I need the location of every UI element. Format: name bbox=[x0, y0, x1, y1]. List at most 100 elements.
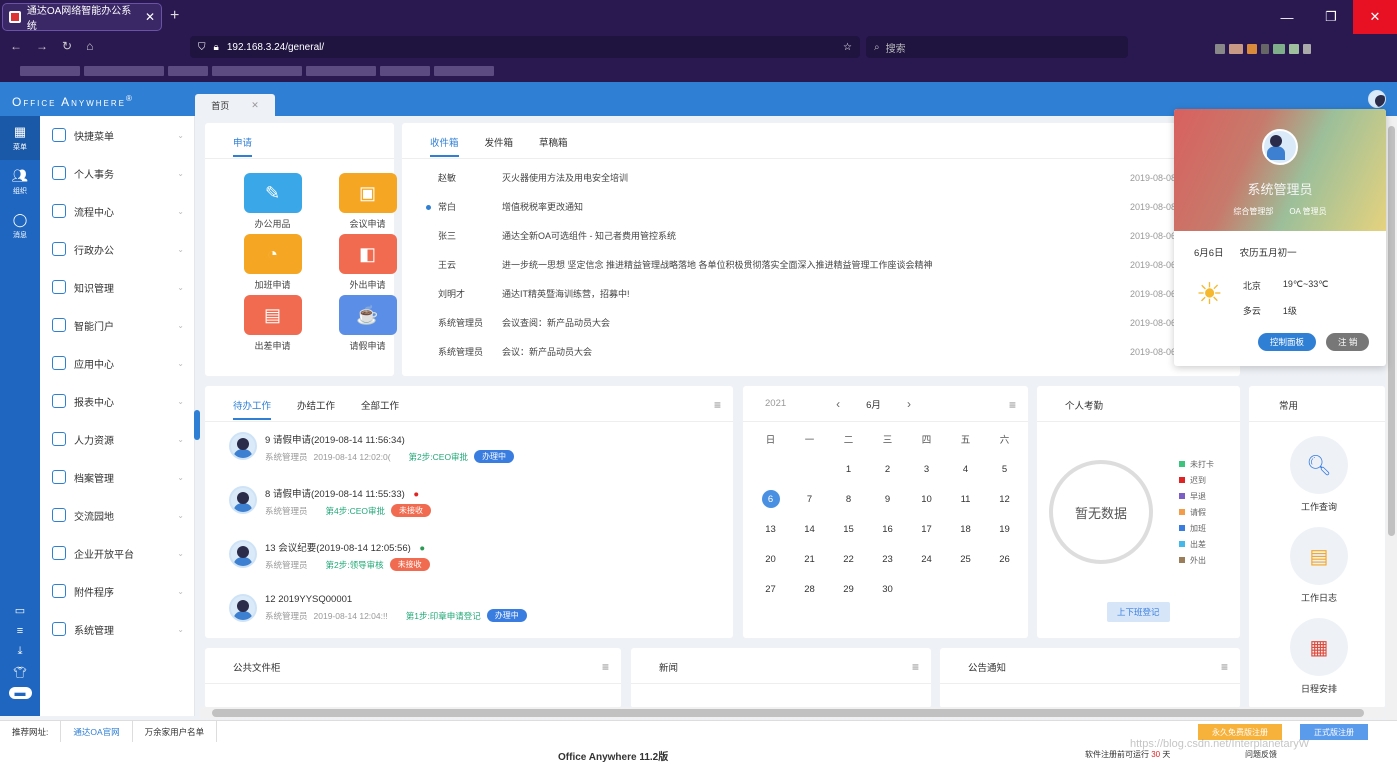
sidebar-item[interactable]: 知识管理 ⌄ bbox=[40, 268, 194, 306]
sidebar-item[interactable]: 报表中心 ⌄ bbox=[40, 382, 194, 420]
shirt-icon[interactable]: 👕︎ bbox=[13, 666, 27, 679]
control-panel-button[interactable]: 控制面板 bbox=[1258, 333, 1317, 351]
work-item[interactable]: 8 请假申请(2019-08-14 11:55:33) ● 系统管理员 第4步:CE… bbox=[205, 476, 733, 530]
next-month-icon[interactable]: › bbox=[907, 397, 911, 411]
tab-todo[interactable]: 待办工作 bbox=[233, 398, 272, 420]
calendar-day[interactable]: 2 bbox=[868, 454, 907, 484]
apply-app-item[interactable]: ◔ 加班申请 bbox=[225, 234, 320, 291]
calendar-day[interactable]: 8 bbox=[829, 484, 868, 514]
calendar-day[interactable]: 12 bbox=[985, 484, 1024, 514]
link-official-site[interactable]: 通达OA官网 bbox=[61, 720, 133, 743]
mail-row[interactable]: 张三 通达全新OA可选组件 - 知己者费用管控系统 2019-08-06 15:33 bbox=[402, 221, 1240, 250]
mail-row[interactable]: 系统管理员 会议：新产品动员大会 2019-08-06 10:11 bbox=[402, 337, 1240, 366]
toolbar-extensions[interactable] bbox=[1215, 41, 1315, 55]
browser-search-input[interactable]: ⌕ 搜索 bbox=[866, 36, 1128, 58]
scrollbar-thumb[interactable] bbox=[212, 709, 1364, 717]
sidebar-item[interactable]: 档案管理 ⌄ bbox=[40, 458, 194, 496]
sidebar-item[interactable]: 智能门户 ⌄ bbox=[40, 306, 194, 344]
apply-app-item[interactable]: ✎ 办公用品 bbox=[225, 173, 320, 230]
monitor-icon[interactable]: ▭ bbox=[15, 604, 25, 617]
close-tab-icon[interactable]: ✕ bbox=[251, 100, 259, 111]
mail-row[interactable]: 赵敏 灭火器使用方法及用电安全培训 2019-08-08 14:44 bbox=[402, 163, 1240, 192]
calendar-day[interactable]: 1 bbox=[829, 454, 868, 484]
work-item[interactable]: 12 2019YYSQ00001 系统管理员 2019-08-14 12:04:!!… bbox=[205, 584, 733, 638]
reload-icon[interactable]: ↻ bbox=[62, 39, 72, 53]
rail-item-org[interactable]: 👥︎ 组织 bbox=[0, 160, 40, 204]
sidebar-item[interactable]: 系统管理 ⌄ bbox=[40, 610, 194, 648]
work-item[interactable]: 13 会议纪要(2019-08-14 12:05:56) ● 系统管理员 第2步:领… bbox=[205, 530, 733, 584]
tab-done[interactable]: 办结工作 bbox=[297, 398, 335, 421]
mail-row[interactable]: 刘明才 通达IT精英暨海训练营，招募中! 2019-08-06 15:29 bbox=[402, 279, 1240, 308]
calendar-day[interactable]: 16 bbox=[868, 514, 907, 544]
rail-item-message[interactable]: ◯ 消息 bbox=[0, 204, 40, 248]
browser-tab[interactable]: 通达OA网络智能办公系统 ✕ bbox=[2, 3, 162, 32]
forward-icon[interactable]: → bbox=[36, 39, 48, 53]
calendar-day[interactable]: 13 bbox=[751, 514, 790, 544]
prev-month-icon[interactable]: ‹ bbox=[836, 397, 840, 411]
calendar-day[interactable]: 27 bbox=[751, 574, 790, 604]
calendar-day[interactable]: 23 bbox=[868, 544, 907, 574]
more-menu-icon[interactable]: ≡ bbox=[714, 398, 721, 412]
calendar-day[interactable]: 4 bbox=[946, 454, 985, 484]
calendar-day[interactable]: 17 bbox=[907, 514, 946, 544]
close-tab-icon[interactable]: ✕ bbox=[145, 10, 155, 24]
tab-home[interactable]: 首页 ✕ bbox=[195, 94, 275, 116]
calendar-day[interactable]: 30 bbox=[868, 574, 907, 604]
mail-row[interactable]: 系统管理员 会议查阅：新产品动员大会 2019-08-06 10:11 bbox=[402, 308, 1240, 337]
calendar-day[interactable]: 7 bbox=[790, 484, 829, 514]
apply-app-item[interactable]: ☕ 请假申请 bbox=[320, 295, 415, 352]
new-tab-icon[interactable]: + bbox=[170, 7, 179, 25]
sidebar-item[interactable]: 人力资源 ⌄ bbox=[40, 420, 194, 458]
vertical-scrollbar[interactable] bbox=[1386, 116, 1397, 720]
calendar-day[interactable]: 28 bbox=[790, 574, 829, 604]
sidebar-collapse-handle[interactable] bbox=[194, 410, 200, 440]
common-item[interactable]: 🔍︎ 工作查询 bbox=[1253, 436, 1385, 513]
calendar-day[interactable]: 11 bbox=[946, 484, 985, 514]
apply-app-item[interactable]: ▤ 出差申请 bbox=[225, 295, 320, 352]
calendar-day[interactable]: 26 bbox=[985, 544, 1024, 574]
download-icon[interactable]: ⤓ bbox=[18, 645, 23, 658]
mail-row[interactable]: 王云 进一步统一思想 坚定信念 推进精益管理战略落地 各单位积极贯彻落实全面深入推… bbox=[402, 250, 1240, 279]
more-menu-icon[interactable]: ≡ bbox=[1221, 660, 1228, 674]
calendar-day[interactable]: 20 bbox=[751, 544, 790, 574]
sidebar-item[interactable]: 交流园地 ⌄ bbox=[40, 496, 194, 534]
calendar-day[interactable]: 18 bbox=[946, 514, 985, 544]
sidebar-item[interactable]: 流程中心 ⌄ bbox=[40, 192, 194, 230]
common-item[interactable]: ▦ 日程安排 bbox=[1253, 618, 1385, 695]
collapse-toggle-icon[interactable]: ▬ bbox=[8, 687, 32, 699]
calendar-day[interactable]: 5 bbox=[985, 454, 1024, 484]
feedback-link[interactable]: 问题反馈 bbox=[1245, 749, 1277, 760]
close-window-icon[interactable]: ✕ bbox=[1353, 0, 1397, 34]
register-button[interactable]: 正式版注册 bbox=[1300, 724, 1368, 740]
logout-button[interactable]: 注 销 bbox=[1326, 333, 1370, 351]
mail-row[interactable]: 常白 增值税税率更改通知 2019-08-08 14:36 bbox=[402, 192, 1240, 221]
apply-app-item[interactable]: ◧ 外出申请 bbox=[320, 234, 415, 291]
tab-sent[interactable]: 发件箱 bbox=[485, 135, 514, 158]
calendar-day[interactable]: 24 bbox=[907, 544, 946, 574]
common-item[interactable]: ▤ 工作日志 bbox=[1253, 527, 1385, 604]
sidebar-item[interactable]: 个人事务 ⌄ bbox=[40, 154, 194, 192]
sidebar-item[interactable]: 应用中心 ⌄ bbox=[40, 344, 194, 382]
sidebar-item[interactable]: 行政办公 ⌄ bbox=[40, 230, 194, 268]
more-menu-icon[interactable]: ≡ bbox=[1009, 398, 1016, 412]
tab-all[interactable]: 全部工作 bbox=[361, 398, 399, 421]
maximize-icon[interactable]: ❐ bbox=[1309, 0, 1353, 34]
address-bar[interactable]: ⛉ 🔒︎ 192.168.3.24/general/ ☆ bbox=[190, 36, 860, 58]
clock-in-button[interactable]: 上下班登记 bbox=[1107, 602, 1170, 622]
sidebar-item[interactable]: 附件程序 ⌄ bbox=[40, 572, 194, 610]
back-icon[interactable]: ← bbox=[10, 39, 22, 53]
sidebar-item[interactable]: 快捷菜单 ⌄ bbox=[40, 116, 194, 154]
rail-item-menu[interactable]: ▦ 菜单 bbox=[0, 116, 40, 160]
apply-app-item[interactable]: ▣ 会议申请 bbox=[320, 173, 415, 230]
calendar-day[interactable]: 3 bbox=[907, 454, 946, 484]
calendar-day[interactable]: 14 bbox=[790, 514, 829, 544]
calendar-month[interactable]: 6月 bbox=[866, 397, 881, 411]
tab-inbox[interactable]: 收件箱 bbox=[430, 135, 459, 157]
calendar-today[interactable]: 6 bbox=[761, 490, 780, 508]
calendar-day[interactable]: 9 bbox=[868, 484, 907, 514]
work-item[interactable]: 9 请假申请(2019-08-14 11:56:34) 系统管理员 2019-08-… bbox=[205, 422, 733, 476]
calendar-year[interactable]: 2021 bbox=[765, 398, 786, 409]
tab-drafts[interactable]: 草稿箱 bbox=[539, 135, 568, 158]
calendar-day[interactable]: 19 bbox=[985, 514, 1024, 544]
calendar-day[interactable]: 22 bbox=[829, 544, 868, 574]
